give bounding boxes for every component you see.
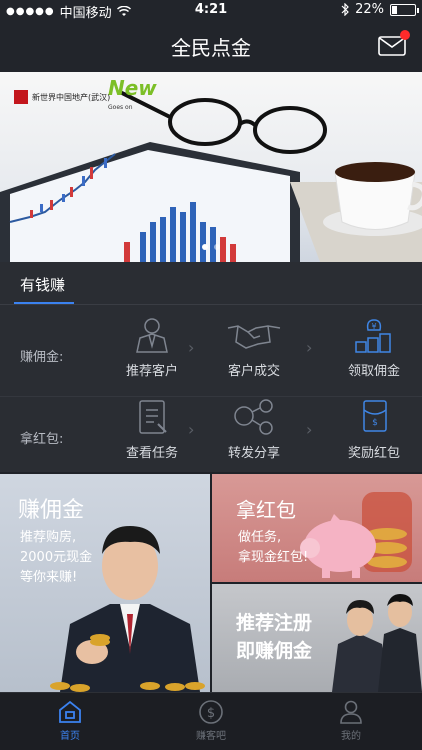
battery-level — [392, 5, 398, 14]
step-collect-commission[interactable]: ¥ 领取佣金 — [326, 316, 422, 379]
share-people-icon — [234, 399, 273, 435]
dollar-icon: $ — [199, 700, 223, 724]
red-packet-icon: $ — [363, 400, 387, 432]
consultant-icon — [136, 318, 168, 353]
new-logo-tagline: Goes on — [108, 104, 133, 111]
card-title: 推荐注册 — [236, 612, 313, 634]
card-line: 拿现金红包! — [238, 550, 309, 565]
card-line: 做任务, — [238, 530, 282, 545]
step-view-tasks[interactable]: 查看任务 — [104, 398, 200, 461]
card-line: 2000元现金 — [20, 550, 93, 565]
svg-text:$: $ — [207, 706, 215, 721]
red-packet-card[interactable]: 拿红包 做任务, 拿现金红包! — [212, 474, 422, 582]
tab-label: 首页 — [60, 731, 80, 742]
banner-pager — [0, 244, 422, 250]
svg-text:¥: ¥ — [371, 322, 376, 331]
status-bar: ●●●●● 中国移动 4:21 22% — [0, 0, 422, 21]
home-icon — [59, 700, 81, 723]
developer-logo: 新世界中国地产(武汉) — [14, 90, 110, 104]
tab-mine[interactable]: 我的 — [311, 699, 391, 742]
developer-logo-icon — [14, 90, 28, 104]
step-label: 转发分享 — [227, 446, 280, 461]
card-title: 赚佣金 — [18, 498, 85, 523]
step-recommend-client[interactable]: 推荐客户 — [104, 316, 200, 379]
messages-button[interactable] — [378, 30, 410, 56]
red-packet-row: 拿红包: 查看任务 › 转发分享 › $ 奖励红包 — [0, 398, 422, 478]
svg-text:$: $ — [372, 418, 378, 428]
step-label: 客户成交 — [227, 364, 280, 379]
tab-earn-money[interactable]: 有钱赚 — [20, 274, 65, 295]
pager-dot[interactable] — [202, 244, 208, 250]
user-icon — [340, 700, 362, 724]
tab-bar: 首页 $ 赚客吧 我的 — [0, 692, 422, 750]
bluetooth-icon — [341, 3, 349, 16]
page-title: 全民点金 — [171, 36, 251, 60]
battery-icon — [390, 3, 419, 16]
money-bag-icon: ¥ — [355, 319, 391, 353]
section-divider — [0, 304, 422, 305]
card-line: 推荐购房, — [20, 530, 77, 545]
developer-name: 新世界中国地产(武汉) — [32, 92, 111, 102]
chevron-right-icon: › — [188, 420, 195, 439]
card-title: 即赚佣金 — [236, 640, 313, 662]
nav-bar: 全民点金 — [0, 20, 422, 72]
task-list-icon — [139, 400, 167, 434]
chevron-right-icon: › — [306, 338, 313, 357]
step-reward-red-packet[interactable]: $ 奖励红包 — [326, 398, 422, 461]
step-client-deal[interactable]: 客户成交 — [206, 316, 302, 379]
tab-label: 我的 — [341, 731, 361, 742]
promo-cards: 赚佣金 推荐购房, 2000元现金 等你来赚! 拿红包 做任务, 拿现金红包! … — [0, 474, 422, 692]
promo-banner[interactable]: 新世界中国地产(武汉) New Goes on — [0, 72, 422, 262]
earn-commission-card[interactable]: 赚佣金 推荐购房, 2000元现金 等你来赚! — [0, 474, 210, 692]
new-logo: New — [108, 76, 157, 100]
unread-badge — [400, 30, 410, 40]
status-right: 22% — [341, 2, 419, 17]
earn-section: 有钱赚 赚佣金: 推荐客户 › 客户成交 › ¥ 领取佣金 拿红包: 查看任务 … — [0, 262, 422, 472]
tab-label: 赚客吧 — [196, 731, 226, 742]
step-label: 推荐客户 — [125, 364, 178, 379]
step-label: 奖励红包 — [347, 446, 400, 461]
row-label: 拿红包: — [20, 432, 64, 447]
chevron-right-icon: › — [188, 338, 195, 357]
tab-earners-bar[interactable]: $ 赚客吧 — [171, 699, 251, 742]
handshake-icon — [227, 325, 281, 349]
battery-percent: 22% — [355, 2, 384, 17]
row-label: 赚佣金: — [20, 350, 64, 365]
commission-row: 赚佣金: 推荐客户 › 客户成交 › ¥ 领取佣金 — [0, 316, 422, 396]
chevron-right-icon: › — [306, 420, 313, 439]
row-divider — [0, 396, 422, 397]
step-share[interactable]: 转发分享 — [206, 398, 302, 461]
step-label: 查看任务 — [125, 446, 178, 461]
pager-dot[interactable] — [214, 244, 220, 250]
step-label: 领取佣金 — [347, 364, 400, 379]
tab-home[interactable]: 首页 — [30, 699, 110, 742]
referral-card[interactable]: 推荐注册 即赚佣金 — [212, 584, 422, 692]
card-title: 拿红包 — [236, 498, 296, 522]
card-line: 等你来赚! — [20, 570, 78, 585]
